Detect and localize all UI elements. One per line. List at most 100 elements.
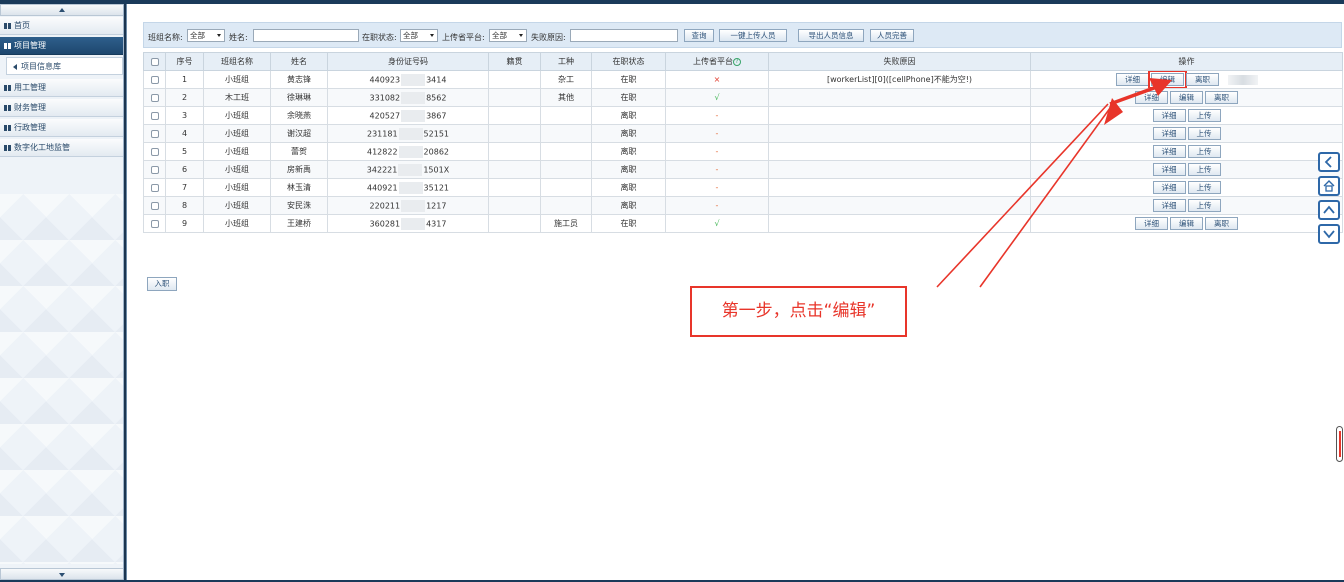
upload-button[interactable]: 上传 [1187, 145, 1221, 158]
nav-top-button[interactable] [1318, 200, 1340, 220]
table-row: 1 小班组 黄志锋 440923 3414 杂工 在职 × [workerList][0]([c… [143, 70, 1343, 89]
table-header-row: 序号 班组名称 姓名 身份证号码 籍贯 工种 在职状态 上传省平台? 失败原因 操作 [143, 52, 1343, 71]
cell-fail-reason [768, 124, 1031, 143]
upload-button[interactable]: 上传 [1187, 109, 1221, 122]
row-checkbox-cell [143, 70, 166, 89]
resign-button[interactable]: 离职 [1205, 217, 1238, 230]
upload-button[interactable]: 上传 [1187, 127, 1221, 140]
column-header [143, 52, 166, 71]
cell-id-number: 231181 52151 [327, 124, 489, 143]
chevron-left-icon [1324, 156, 1332, 168]
row-checkbox-cell [143, 124, 166, 143]
detail-button[interactable]: 详细 [1152, 127, 1186, 140]
cell-actions: 详细 上传 [1030, 178, 1343, 197]
sidebar-item-3[interactable]: 用工管理 [0, 79, 123, 97]
id-suffix: 3414 [426, 75, 447, 84]
grid-icon [4, 85, 11, 91]
row-checkbox[interactable] [150, 93, 159, 102]
status-filter-select[interactable]: 全部 [400, 29, 438, 42]
row-checkbox[interactable] [150, 183, 159, 192]
reason-filter-input[interactable] [570, 29, 678, 42]
platform-filter-select[interactable]: 全部 [489, 29, 527, 42]
cell-job [540, 142, 592, 161]
cell-id-number: 420527 3867 [327, 106, 489, 125]
row-checkbox[interactable] [150, 147, 159, 156]
id-suffix: 3867 [426, 111, 447, 120]
nav-home-button[interactable] [1318, 176, 1340, 196]
search-button[interactable]: 查询 [684, 29, 714, 42]
table-row: 6 小班组 房新禹 342221 1501X 离职 - 详细 上传 [143, 160, 1343, 179]
select-all-checkbox[interactable] [150, 57, 159, 66]
column-header: 上传省平台? [665, 52, 769, 71]
sidebar-item-0[interactable]: 首页 [0, 17, 123, 35]
cell-fail-reason [768, 214, 1031, 233]
cell-upload-status: - [665, 142, 769, 161]
row-checkbox[interactable] [150, 165, 159, 174]
cell-no: 8 [165, 196, 204, 215]
row-checkbox-cell [143, 142, 166, 161]
platform-filter-value: 全部 [492, 31, 507, 40]
sidebar-item-1[interactable]: 项目管理 [0, 37, 123, 55]
cell-actions: 详细 上传 [1030, 106, 1343, 125]
cell-origin [488, 196, 541, 215]
column-header-label: 操作 [1178, 57, 1195, 66]
cell-id-number: 331082 8562 [327, 88, 489, 107]
upload-button[interactable]: 上传 [1187, 181, 1221, 194]
sidebar-scroll-up-button[interactable] [0, 4, 123, 16]
sidebar-scroll-down-button[interactable] [0, 568, 123, 580]
name-filter-input[interactable] [253, 29, 359, 42]
onboard-button[interactable]: 入职 [147, 277, 177, 291]
upload-button[interactable]: 上传 [1187, 199, 1221, 212]
sidebar-item-4[interactable]: 财务管理 [0, 99, 123, 117]
sidebar-subitem-project-info[interactable]: 项目信息库 [6, 57, 123, 75]
detail-button[interactable]: 详细 [1152, 145, 1186, 158]
detail-button[interactable]: 详细 [1116, 73, 1149, 86]
cell-fail-reason [768, 160, 1031, 179]
id-suffix: 20862 [423, 147, 449, 156]
nav-bottom-button[interactable] [1318, 224, 1340, 244]
upload-all-button[interactable]: 一键上传人员 [719, 29, 787, 42]
cell-origin [488, 124, 541, 143]
resign-button[interactable]: 离职 [1186, 73, 1219, 86]
detail-button[interactable]: 详细 [1152, 199, 1186, 212]
id-suffix: 1217 [426, 201, 447, 210]
cell-name: 蕾贺 [270, 142, 328, 161]
dropdown-arrow-icon [519, 34, 523, 37]
edit-button[interactable]: 编辑 [1170, 91, 1203, 104]
id-suffix: 1501X [423, 165, 450, 174]
cell-no: 4 [165, 124, 204, 143]
nav-back-button[interactable] [1318, 152, 1340, 172]
complete-info-button[interactable]: 人员完善 [870, 29, 914, 42]
column-header-label: 工种 [558, 57, 574, 66]
sidebar-item-5[interactable]: 行政管理 [0, 119, 123, 137]
cell-origin [488, 214, 541, 233]
row-checkbox[interactable] [150, 219, 159, 228]
resign-button[interactable]: 离职 [1205, 91, 1238, 104]
detail-button[interactable]: 详细 [1152, 109, 1186, 122]
cell-status: 离职 [591, 160, 666, 179]
row-checkbox[interactable] [150, 111, 159, 120]
cell-status: 在职 [591, 88, 666, 107]
cell-no: 6 [165, 160, 204, 179]
help-icon[interactable]: ? [733, 57, 741, 66]
sidebar-item-6[interactable]: 数字化工地监管 [0, 139, 123, 157]
cell-fail-reason: [workerList][0]([cellPhone]不能为空!) [768, 70, 1031, 89]
upload-button[interactable]: 上传 [1187, 163, 1221, 176]
edit-button[interactable]: 编辑 [1148, 71, 1187, 88]
row-checkbox[interactable] [150, 75, 159, 84]
page-scrollbar-thumb[interactable] [1336, 426, 1343, 462]
sidebar-item-label: 用工管理 [14, 83, 46, 92]
edit-button[interactable]: 编辑 [1170, 217, 1203, 230]
detail-button[interactable]: 详细 [1135, 91, 1168, 104]
id-prefix: 220211 [369, 201, 401, 210]
table-row: 3 小班组 余晓燕 420527 3867 离职 - 详细 上传 [143, 106, 1343, 125]
detail-button[interactable]: 详细 [1152, 163, 1186, 176]
detail-button[interactable]: 详细 [1152, 181, 1186, 194]
export-button[interactable]: 导出人员信息 [798, 29, 864, 42]
row-checkbox[interactable] [150, 201, 159, 210]
detail-button[interactable]: 详细 [1135, 217, 1168, 230]
team-filter-select[interactable]: 全部 [187, 29, 225, 42]
filter-bar: 班组名称: 全部 姓名: 在职状态: 全部 上传省平台: 全部 失败原因: 查询… [143, 22, 1342, 48]
caret-left-icon [13, 64, 17, 70]
row-checkbox[interactable] [150, 129, 159, 138]
